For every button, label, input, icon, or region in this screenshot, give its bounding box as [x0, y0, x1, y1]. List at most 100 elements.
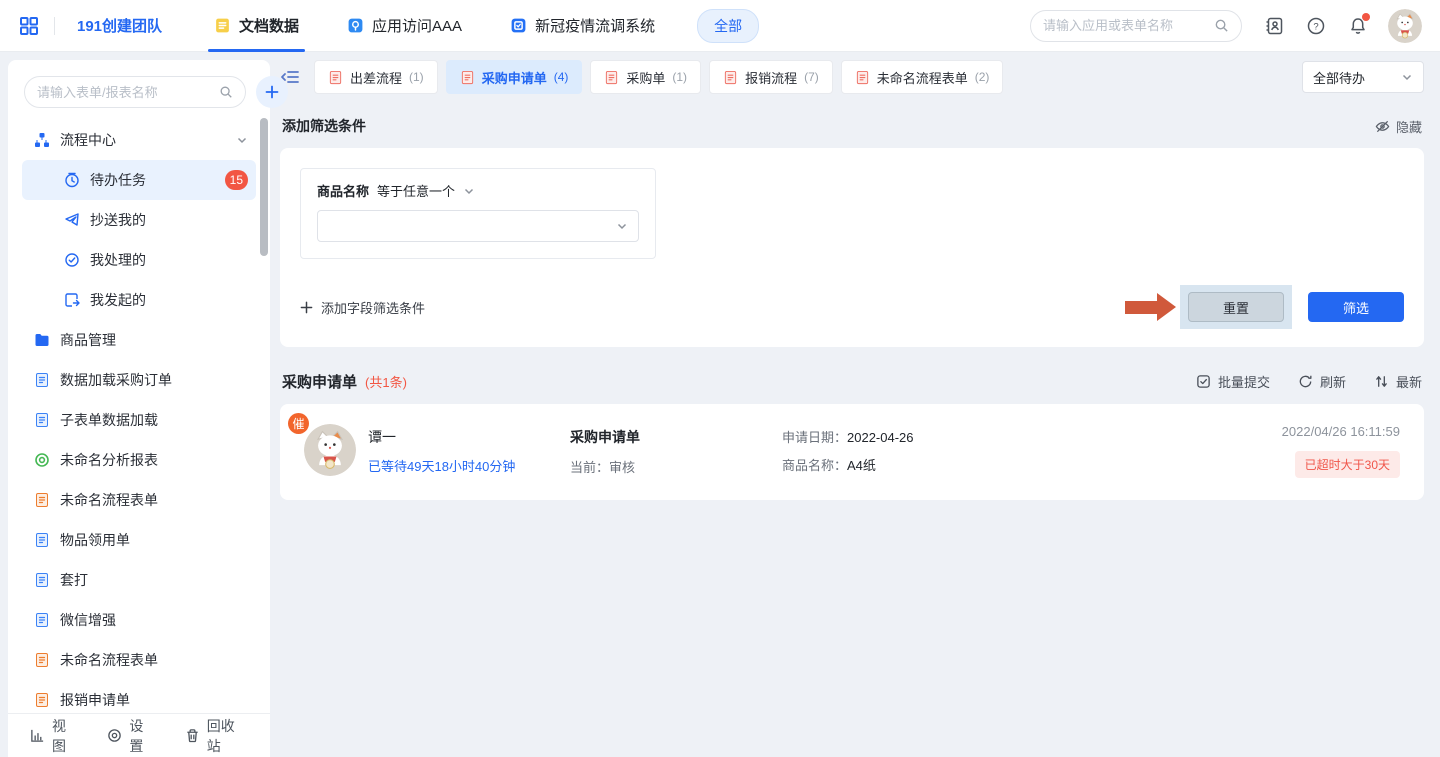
condition-card: 商品名称 等于任意一个: [300, 168, 656, 259]
search-icon: [219, 85, 233, 99]
annotation-highlight: 重置: [1180, 285, 1292, 329]
item-label: 我发起的: [90, 290, 146, 310]
overdue-badge: 已超时大于30天: [1295, 451, 1400, 478]
doc-data-icon: [214, 17, 231, 34]
tab-label: 文档数据: [239, 15, 299, 36]
sidebar-item-report[interactable]: 未命名分析报表: [22, 440, 256, 480]
item-label: 待办任务: [90, 170, 146, 190]
batch-submit-button[interactable]: 批量提交: [1196, 372, 1270, 391]
condition-label-row[interactable]: 商品名称 等于任意一个: [317, 181, 639, 200]
sidebar-item-processed-by-me[interactable]: 我处理的: [22, 240, 256, 280]
tab-label: 新冠疫情流调系统: [535, 15, 655, 36]
team-name[interactable]: 191创建团队: [77, 15, 162, 36]
toolbar-label: 批量提交: [1218, 372, 1270, 391]
flow-doc-icon: [460, 70, 475, 85]
org-chart-icon: [34, 132, 50, 148]
contacts-icon[interactable]: [1264, 16, 1284, 36]
sidebar-group-process-center[interactable]: 流程中心: [22, 120, 256, 160]
recycle-bin-button[interactable]: 回收站: [185, 716, 248, 756]
field-label: 商品名称：: [782, 458, 847, 473]
add-form-button[interactable]: [256, 76, 288, 108]
task-list-count: (共1条): [365, 372, 407, 391]
sidebar-item-form[interactable]: 套打: [22, 560, 256, 600]
condition-value-input[interactable]: [328, 219, 616, 234]
filter-tab-reimbursement[interactable]: 报销流程 (7): [709, 60, 833, 94]
tab-count: (4): [554, 70, 569, 84]
tab-covid-system[interactable]: 新冠疫情流调系统: [486, 0, 679, 52]
scope-select[interactable]: 全部待办: [1302, 61, 1424, 93]
tab-label: 应用访问AAA: [372, 15, 462, 36]
item-label: 未命名流程表单: [60, 490, 158, 510]
reset-button[interactable]: 重置: [1188, 292, 1284, 322]
all-apps-pill[interactable]: 全部: [697, 9, 759, 43]
task-list-toolbar: 批量提交 刷新 最新: [1196, 372, 1422, 391]
sidebar-scrollbar[interactable]: [260, 118, 268, 256]
filter-panel-footer: 添加字段筛选条件 重置 筛选: [300, 285, 1404, 329]
tab-label: 采购单: [626, 68, 665, 87]
main-area: 出差流程 (1) 采购申请单 (4) 采购单 (1) 报销流程 (7) 未命名流…: [270, 52, 1440, 757]
filter-tab-purchase-order[interactable]: 采购单 (1): [590, 60, 701, 94]
add-field-condition-button[interactable]: 添加字段筛选条件: [300, 298, 425, 317]
sidebar-item-product-management[interactable]: 商品管理: [22, 320, 256, 360]
flow-doc-icon: [723, 70, 738, 85]
chevron-down-icon: [463, 185, 475, 197]
item-label: 报销申请单: [60, 690, 130, 710]
task-card[interactable]: 催 谭一 已等待49天18小时40分钟 采购申请单 当前：审核 申请日期：202…: [280, 404, 1424, 500]
group-label: 流程中心: [60, 130, 116, 150]
item-label: 未命名分析报表: [60, 450, 158, 470]
tab-app-access[interactable]: 应用访问AAA: [323, 0, 486, 52]
tab-label: 报销流程: [745, 68, 797, 87]
hide-filter-button[interactable]: 隐藏: [1375, 117, 1422, 136]
footer-label: 回收站: [207, 716, 248, 756]
sidebar-menu: 流程中心 待办任务 15 抄送我的: [8, 120, 270, 713]
task-list-title: 采购申请单: [282, 371, 357, 392]
task-field-row: 商品名称：A4纸: [782, 455, 914, 474]
filter-header: 添加筛选条件 隐藏: [280, 116, 1424, 136]
condition-value-select[interactable]: [317, 210, 639, 242]
annotation-arrow-icon: [1125, 293, 1176, 321]
refresh-icon: [1298, 374, 1313, 389]
sort-newest-button[interactable]: 最新: [1374, 372, 1422, 391]
views-button[interactable]: 视图: [30, 716, 79, 756]
tab-count: (2): [975, 70, 990, 84]
filter-tab-unnamed-flow-form[interactable]: 未命名流程表单 (2): [841, 60, 1004, 94]
sidebar-search[interactable]: [24, 76, 246, 108]
folder-icon: [34, 332, 50, 348]
global-search[interactable]: [1030, 10, 1242, 42]
tab-label: 出差流程: [350, 68, 402, 87]
sidebar-item-initiated-by-me[interactable]: 我发起的: [22, 280, 256, 320]
sidebar-item-todo-tasks[interactable]: 待办任务 15: [22, 160, 256, 200]
apply-filter-button[interactable]: 筛选: [1308, 292, 1404, 322]
settings-button[interactable]: 设置: [107, 716, 156, 756]
filter-tab-purchase-request[interactable]: 采购申请单 (4): [446, 60, 583, 94]
sidebar-item-form[interactable]: 报销申请单: [22, 680, 256, 713]
user-avatar[interactable]: [1388, 9, 1422, 43]
flow-doc-icon: [604, 70, 619, 85]
apps-grid-icon[interactable]: [18, 15, 40, 37]
sidebar-item-form[interactable]: 物品领用单: [22, 520, 256, 560]
item-label: 物品领用单: [60, 530, 130, 550]
refresh-button[interactable]: 刷新: [1298, 372, 1346, 391]
task-list-header: 采购申请单 (共1条) 批量提交 刷新: [280, 371, 1424, 392]
search-icon: [1214, 18, 1229, 33]
sidebar-item-form[interactable]: 未命名流程表单: [22, 640, 256, 680]
form-doc-blue-icon: [34, 532, 50, 548]
sidebar-item-cc-to-me[interactable]: 抄送我的: [22, 200, 256, 240]
filter-tab-business-trip[interactable]: 出差流程 (1): [314, 60, 438, 94]
sidebar-item-form[interactable]: 子表单数据加载: [22, 400, 256, 440]
sidebar-item-form[interactable]: 数据加载采购订单: [22, 360, 256, 400]
task-owner-name: 谭一: [368, 427, 570, 447]
tab-count: (7): [804, 70, 819, 84]
tab-doc-data[interactable]: 文档数据: [190, 0, 323, 52]
sidebar-search-input[interactable]: [37, 85, 213, 100]
sidebar-item-form[interactable]: 未命名流程表单: [22, 480, 256, 520]
task-fields-column: 申请日期：2022-04-26 商品名称：A4纸: [782, 424, 914, 478]
item-label: 商品管理: [60, 330, 116, 350]
notification-bell-icon[interactable]: [1348, 16, 1368, 36]
bar-chart-icon: [30, 728, 45, 743]
global-search-input[interactable]: [1043, 18, 1206, 33]
help-icon[interactable]: ?: [1306, 16, 1326, 36]
flow-doc-icon: [855, 70, 870, 85]
topbar: 191创建团队 文档数据 应用访问AAA 新冠疫情流调系统 全部 ?: [0, 0, 1440, 52]
sidebar-item-form[interactable]: 微信增强: [22, 600, 256, 640]
